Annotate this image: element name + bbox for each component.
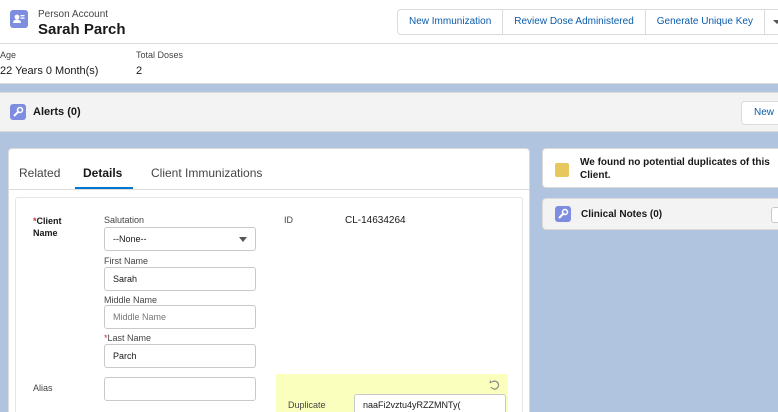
age-value: 22 Years 0 Month(s)	[0, 65, 99, 77]
total-doses-label: Total Doses	[136, 50, 184, 60]
salutation-select[interactable]: --None--	[104, 227, 256, 251]
header-actions: New Immunization Review Dose Administere…	[397, 9, 778, 35]
clinical-notes-title: Clinical Notes (0)	[581, 209, 663, 220]
last-name-label: *Last Name	[104, 333, 152, 343]
clinical-notes-menu-button[interactable]	[771, 207, 778, 223]
highlights-panel: Age 22 Years 0 Month(s) Total Doses 2	[0, 44, 778, 84]
middle-name-label: Middle Name	[104, 295, 158, 305]
duplicate-label: Duplicate	[288, 400, 326, 410]
first-name-field[interactable]: Sarah	[104, 267, 256, 291]
tab-client-immunizations[interactable]: Client Immunizations	[151, 166, 262, 180]
last-name-field[interactable]: Parch	[104, 344, 256, 368]
middle-name-field[interactable]: Middle Name	[104, 305, 256, 329]
tab-related[interactable]: Related	[19, 166, 60, 180]
chevron-down-icon	[239, 237, 247, 242]
duplicates-card: We found no potential duplicates of this…	[542, 148, 778, 188]
age-label: Age	[0, 50, 17, 60]
wrench-icon	[10, 104, 26, 120]
wrench-icon	[555, 206, 571, 222]
tabs-divider	[9, 189, 529, 190]
person-account-icon	[10, 10, 28, 28]
new-immunization-button[interactable]: New Immunization	[398, 10, 504, 34]
duplicate-field-row: Duplicate naaFi2vztu4yRZZMNTy(	[276, 374, 508, 412]
more-actions-button[interactable]	[765, 10, 778, 34]
duplicate-field[interactable]: naaFi2vztu4yRZZMNTy(	[354, 394, 506, 412]
alerts-card: Alerts (0) New	[0, 92, 778, 132]
review-dose-administered-button[interactable]: Review Dose Administered	[503, 10, 646, 34]
alias-field[interactable]	[104, 377, 256, 401]
duplicate-rules-icon	[555, 163, 569, 177]
first-name-label: First Name	[104, 256, 149, 266]
alerts-new-button[interactable]: New	[741, 101, 778, 125]
total-doses-value: 2	[136, 65, 143, 77]
duplicates-message: We found no potential duplicates of this…	[580, 157, 770, 181]
alerts-title: Alerts (0)	[33, 106, 81, 118]
record-header: Person Account Sarah Parch New Immunizat…	[0, 0, 778, 44]
record-name: Sarah Parch	[38, 21, 126, 38]
chevron-down-icon	[772, 20, 778, 24]
generate-unique-key-button[interactable]: Generate Unique Key	[646, 10, 765, 34]
salutation-label: Salutation	[104, 215, 145, 225]
clinical-notes-card: Clinical Notes (0)	[542, 198, 778, 230]
id-value: CL-14634264	[345, 215, 406, 226]
undo-icon[interactable]	[488, 379, 500, 391]
tab-details[interactable]: Details	[83, 166, 122, 180]
details-card: Related Details Client Immunizations *Cl…	[8, 148, 530, 412]
client-name-label: *Client Name	[33, 216, 62, 238]
id-label: ID	[284, 215, 293, 225]
object-type-label: Person Account	[38, 9, 109, 20]
alias-label: Alias	[33, 383, 53, 393]
